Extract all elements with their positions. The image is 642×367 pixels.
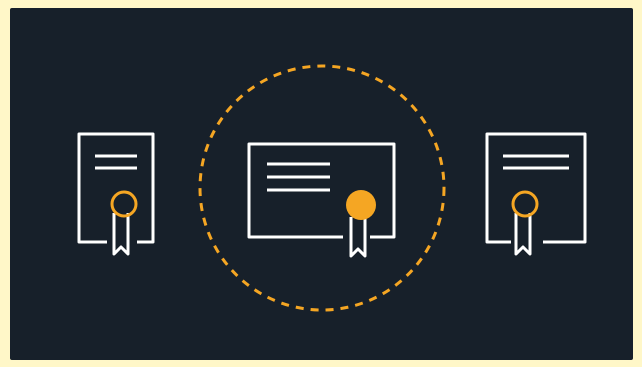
page-frame	[0, 0, 642, 367]
certificates-illustration	[77, 64, 587, 312]
certificate-right-icon	[485, 132, 587, 256]
certificate-center-icon	[247, 142, 396, 258]
dashed-circle-highlight-icon	[198, 64, 446, 312]
certificate-left-icon	[77, 132, 155, 256]
